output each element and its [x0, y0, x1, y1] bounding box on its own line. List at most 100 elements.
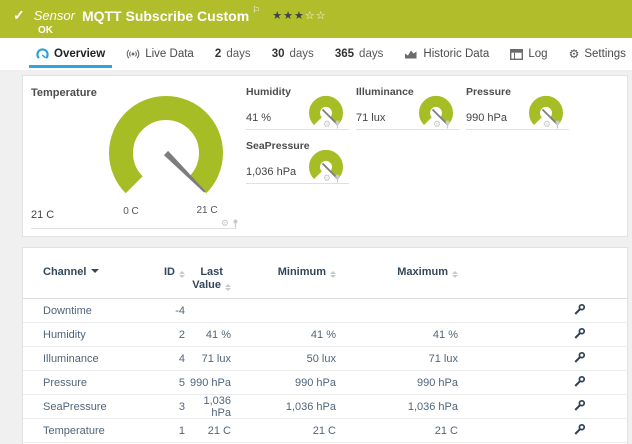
channel-id: 4: [153, 353, 185, 365]
gauge-min-label: 0 C: [114, 206, 148, 217]
channel-maximum: 41 %: [336, 329, 458, 341]
gauges-panel: Temperature 0 C 21 C 21 C ⚙ Humidity 41 …: [22, 75, 628, 237]
sensor-status-header: ✓ Sensor MQTT Subscribe Custom ⚐ ★★★☆☆ O…: [0, 0, 632, 38]
channel-maximum: 1,036 hPa: [336, 401, 458, 413]
table-row: Temperature 1 21 C 21 C 21 C: [23, 419, 627, 443]
log-table-icon: [510, 49, 523, 60]
channel-last-value: 1,036 hPa: [185, 395, 231, 419]
tab-30-days[interactable]: 30 days: [272, 38, 314, 70]
table-row: Pressure 5 990 hPa 990 hPa 990 hPa: [23, 371, 627, 395]
status-badge: OK: [38, 25, 632, 36]
tab-label: days: [289, 48, 313, 60]
gauge-cell-illuminance: Illuminance 71 lux ⚙: [356, 83, 459, 130]
channel-settings-wrench-icon[interactable]: [573, 399, 586, 415]
tab-label: Settings: [584, 48, 626, 60]
gauge-cell-seapressure: SeaPressure 1,036 hPa ⚙: [246, 137, 349, 184]
page-title: MQTT Subscribe Custom: [82, 8, 249, 24]
gauge-gear-icon[interactable]: ⚙: [323, 174, 331, 183]
tab-label: Log: [528, 48, 547, 60]
tab-live-data[interactable]: Live Data: [126, 38, 194, 70]
channel-maximum: 990 hPa: [336, 377, 458, 389]
table-row: Illuminance 4 71 lux 50 lux 71 lux: [23, 347, 627, 371]
gauge-gear-icon[interactable]: ⚙: [323, 120, 331, 129]
channel-minimum: 50 lux: [231, 353, 336, 365]
channel-name: SeaPressure: [43, 401, 153, 413]
channel-settings-wrench-icon[interactable]: [573, 375, 586, 391]
channel-name: Temperature: [43, 425, 153, 437]
gauge-value: 71 lux: [356, 112, 385, 124]
channel-name: Illuminance: [43, 353, 153, 365]
channel-last-value: 41 %: [185, 329, 231, 341]
gauge-gear-icon[interactable]: ⚙: [433, 120, 441, 129]
column-header-channel[interactable]: Channel: [43, 266, 153, 279]
channel-settings-wrench-icon[interactable]: [573, 423, 586, 439]
channel-settings-wrench-icon[interactable]: [573, 303, 586, 319]
table-header-row: Channel ID LastValue Minimum Maximum: [23, 248, 627, 299]
gauge-value: 990 hPa: [466, 112, 507, 124]
channel-id: 1: [153, 425, 185, 437]
channel-settings-wrench-icon[interactable]: [573, 327, 586, 343]
channel-name: Pressure: [43, 377, 153, 389]
gauge-cell-humidity: Humidity 41 % ⚙: [246, 83, 349, 130]
sorted-desc-icon: [91, 269, 99, 273]
tab-2-days[interactable]: 2 days: [215, 38, 251, 70]
column-label: Channel: [43, 266, 86, 278]
gear-icon: ⚙: [569, 48, 580, 60]
column-label: ID: [164, 266, 175, 278]
pin-icon[interactable]: [334, 174, 341, 183]
tab-number: 30: [272, 48, 285, 60]
channel-id: 2: [153, 329, 185, 341]
tab-log[interactable]: Log: [510, 38, 547, 70]
gauge-value: 21 C: [31, 209, 54, 221]
gauge-max-label: 21 C: [187, 205, 227, 216]
object-kind-label: Sensor: [34, 8, 75, 23]
stars-empty: ☆☆: [305, 10, 327, 22]
gauge-gear-icon[interactable]: ⚙: [543, 120, 551, 129]
live-signal-icon: [126, 48, 140, 60]
prtg-sensor-page: ✓ Sensor MQTT Subscribe Custom ⚐ ★★★☆☆ O…: [0, 0, 632, 444]
pin-icon[interactable]: [334, 120, 341, 129]
gauge-cell-pressure: Pressure 990 hPa ⚙: [466, 83, 569, 130]
channels-table-panel: Channel ID LastValue Minimum Maximum Dow…: [22, 247, 628, 444]
tab-label: Overview: [54, 48, 105, 60]
channel-last-value: 71 lux: [185, 353, 231, 365]
channel-last-value: 990 hPa: [185, 377, 231, 389]
stars-filled: ★★★: [272, 10, 305, 22]
channel-minimum: 1,036 hPa: [231, 401, 336, 413]
column-header-last-value[interactable]: LastValue: [185, 266, 231, 292]
column-header-maximum[interactable]: Maximum: [336, 266, 458, 279]
column-header-id[interactable]: ID: [153, 266, 185, 279]
gauge-value: 41 %: [246, 112, 271, 124]
tab-label: Live Data: [145, 48, 194, 60]
tab-365-days[interactable]: 365 days: [335, 38, 383, 70]
sort-icon: [225, 284, 231, 291]
channel-settings-wrench-icon[interactable]: [573, 351, 586, 367]
channel-maximum: 71 lux: [336, 353, 458, 365]
channel-id: 5: [153, 377, 185, 389]
column-header-minimum[interactable]: Minimum: [231, 266, 336, 279]
gauge-cell-temperature: Temperature 0 C 21 C 21 C ⚙: [31, 83, 237, 229]
priority-stars[interactable]: ★★★☆☆: [272, 9, 326, 22]
pin-icon[interactable]: [444, 120, 451, 129]
tab-historic-data[interactable]: Historic Data: [404, 38, 489, 70]
channel-last-value: 21 C: [185, 425, 231, 437]
channel-maximum: 21 C: [336, 425, 458, 437]
channel-id: -4: [153, 305, 185, 317]
gauge-gear-icon[interactable]: ⚙: [221, 219, 229, 228]
pin-icon[interactable]: [232, 219, 239, 228]
channel-id: 3: [153, 401, 185, 413]
table-row: Downtime -4: [23, 299, 627, 323]
pin-icon[interactable]: [554, 120, 561, 129]
channel-name: Downtime: [43, 305, 153, 317]
tab-overview[interactable]: Overview: [36, 38, 105, 70]
temperature-gauge: [109, 93, 225, 205]
tab-bar: Overview Live Data 2 days 30 days 365 da…: [0, 38, 632, 70]
tab-settings[interactable]: ⚙ Settings: [569, 38, 626, 70]
column-label: Minimum: [278, 266, 326, 278]
channel-minimum: 21 C: [231, 425, 336, 437]
tab-label: Historic Data: [423, 48, 489, 60]
channel-minimum: 41 %: [231, 329, 336, 341]
gauge-icon: [36, 48, 49, 61]
status-check-icon: ✓: [13, 7, 25, 24]
flag-icon[interactable]: ⚐: [252, 5, 260, 16]
